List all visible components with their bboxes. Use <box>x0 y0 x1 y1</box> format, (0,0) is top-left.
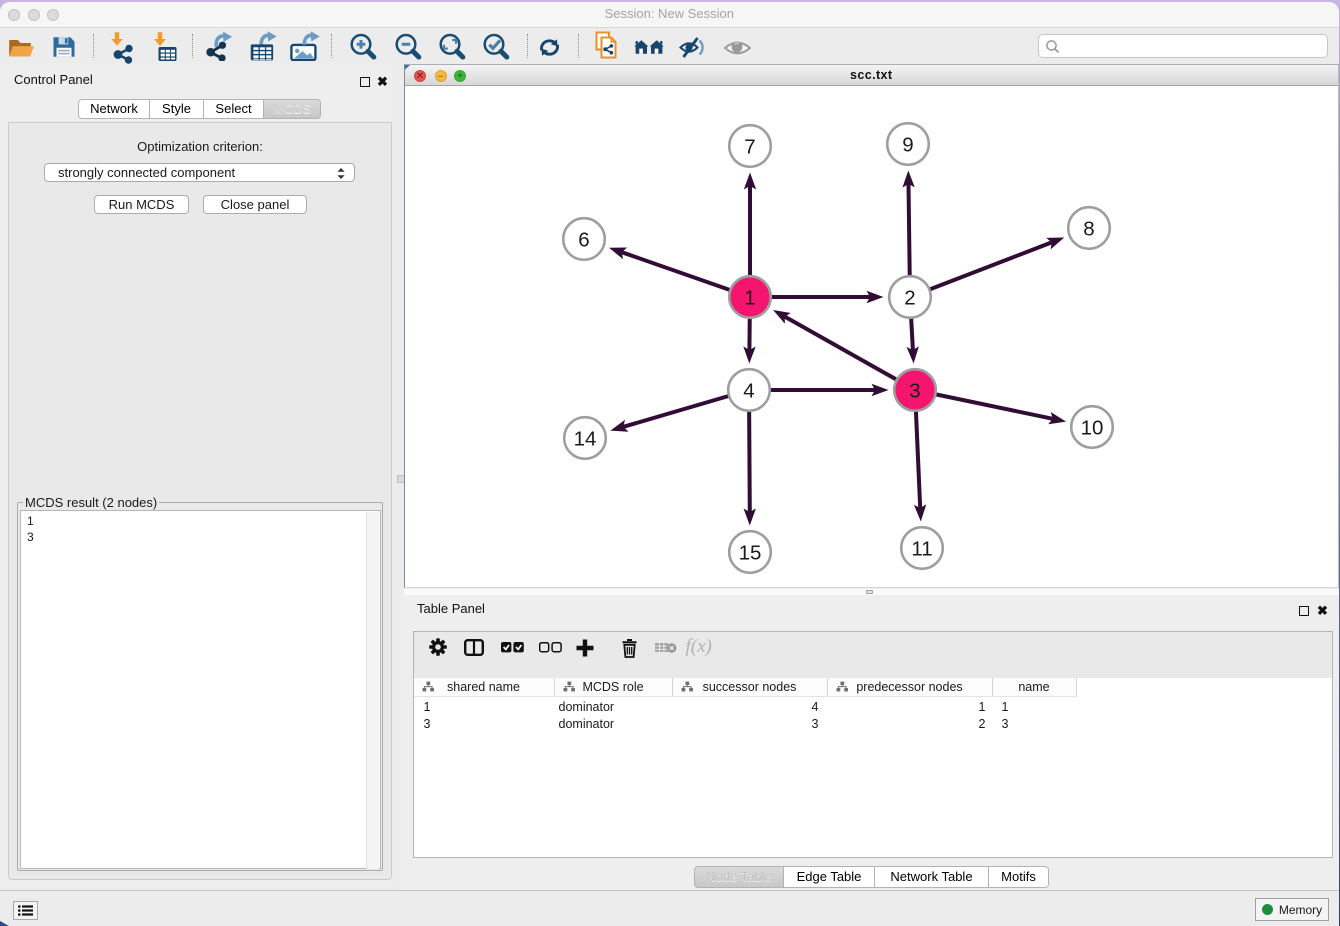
svg-text:7: 7 <box>744 135 755 158</box>
svg-text:6: 6 <box>578 228 589 251</box>
svg-text:8: 8 <box>1083 217 1094 240</box>
svg-text:1: 1 <box>744 286 755 309</box>
svg-text:3: 3 <box>909 379 920 402</box>
svg-text:4: 4 <box>743 379 754 402</box>
svg-text:15: 15 <box>739 541 762 564</box>
svg-text:11: 11 <box>911 537 932 560</box>
svg-text:2: 2 <box>904 286 915 309</box>
svg-text:9: 9 <box>902 133 913 156</box>
svg-text:10: 10 <box>1081 416 1104 439</box>
svg-text:14: 14 <box>574 427 597 450</box>
